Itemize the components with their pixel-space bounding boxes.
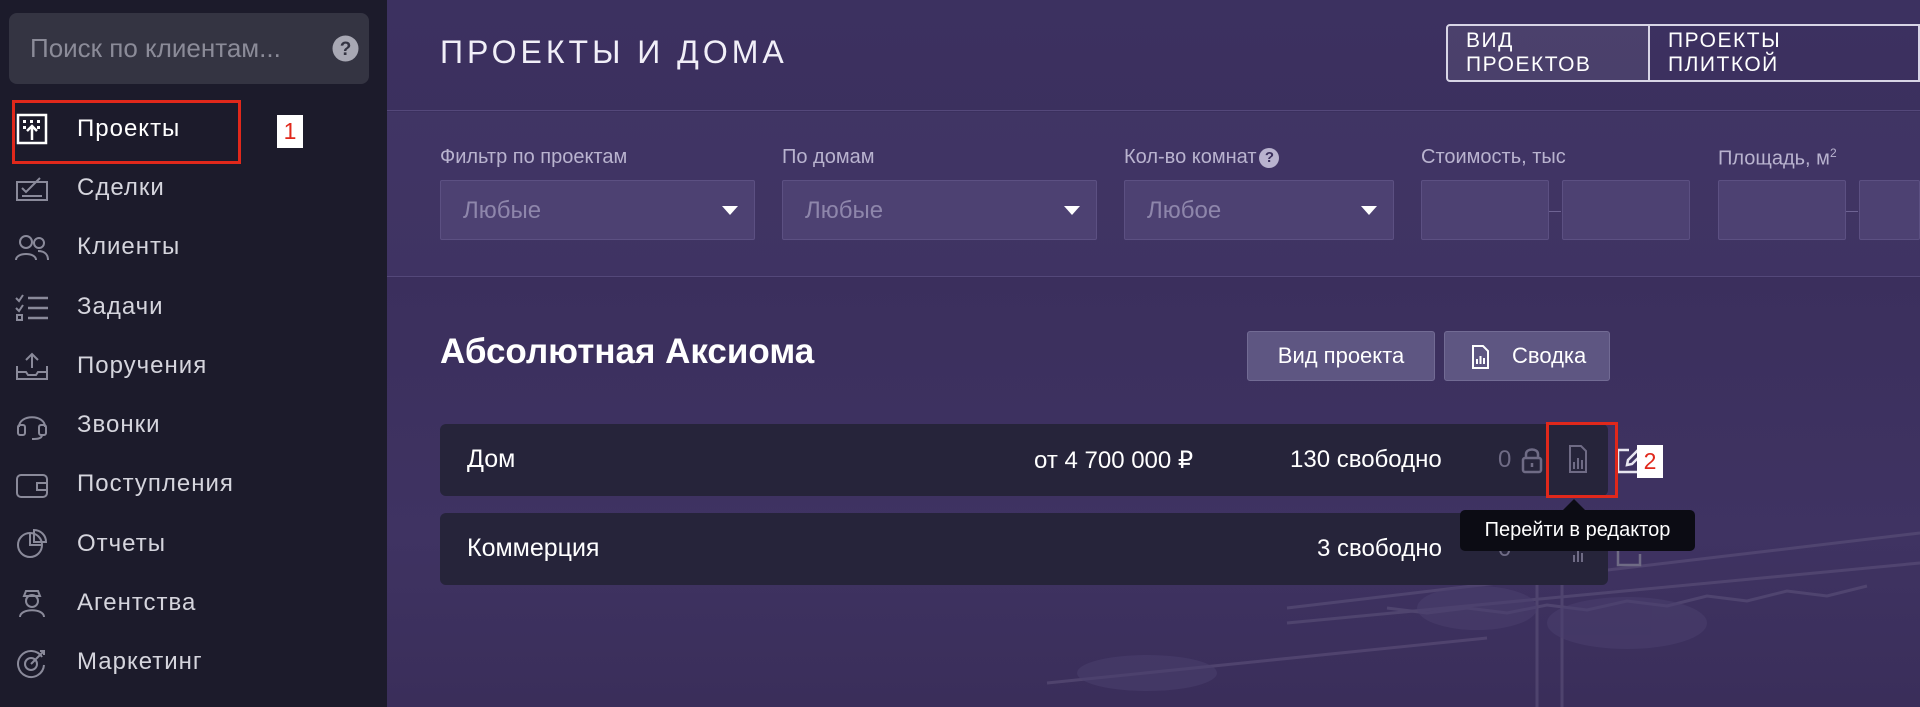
sidebar: ? Проекты Сделки xyxy=(0,0,387,707)
houses-filter-label: По домам xyxy=(782,146,875,168)
svg-text:?: ? xyxy=(340,39,352,60)
sidebar-item-assignments[interactable]: Поручения xyxy=(0,336,387,395)
sidebar-item-payments[interactable]: Поступления xyxy=(0,455,387,514)
rooms-filter-label-text: Кол-во комнат xyxy=(1124,146,1257,168)
annotation-label-2: 2 xyxy=(1637,445,1663,478)
chevron-down-icon xyxy=(1064,206,1080,215)
range-dash xyxy=(1846,211,1858,212)
area-max-input[interactable] xyxy=(1859,180,1920,240)
houses-filter-select[interactable]: Любые xyxy=(782,180,1097,240)
client-search: ? xyxy=(9,13,369,84)
sidebar-item-label: Клиенты xyxy=(77,233,181,261)
rooms-filter-label: Кол-во комнат? xyxy=(1124,146,1280,169)
headset-icon xyxy=(17,416,47,441)
tasks-icon xyxy=(15,294,48,321)
houses-filter-value: Любые xyxy=(805,197,884,224)
rooms-filter-value: Любое xyxy=(1147,197,1222,224)
clients-icon xyxy=(15,234,49,260)
sidebar-item-label: Отчеты xyxy=(77,529,166,557)
sidebar-item-label: Задачи xyxy=(77,292,164,320)
deal-icon xyxy=(16,177,48,202)
sidebar-item-agencies[interactable]: Агентства xyxy=(0,573,387,632)
edit-tooltip: Перейти в редактор xyxy=(1460,510,1695,551)
view-toggle: ВИД ПРОЕКТОВ ПРОЕКТЫ ПЛИТКОЙ xyxy=(1446,24,1920,82)
projects-filter-label: Фильтр по проектам xyxy=(440,146,628,168)
annotation-highlight-edit xyxy=(1546,422,1618,498)
area-unit-superscript: 2 xyxy=(1829,146,1837,160)
tooltip-arrow xyxy=(1563,499,1585,510)
sidebar-item-calls[interactable]: Звонки xyxy=(0,395,387,454)
lock-icon[interactable] xyxy=(1520,446,1544,474)
house-price: от 4 700 000 ₽ xyxy=(1034,447,1194,474)
projects-filter-select[interactable]: Любые xyxy=(440,180,755,240)
sidebar-item-label: Агентства xyxy=(77,589,197,617)
projects-tiles-button[interactable]: ПРОЕКТЫ ПЛИТКОЙ xyxy=(1650,24,1920,82)
area-filter-label-text: Площадь, м xyxy=(1718,147,1830,170)
agent-icon xyxy=(19,590,45,618)
project-title: Абсолютная Аксиома xyxy=(440,332,815,371)
range-dash xyxy=(1549,211,1561,212)
sidebar-item-label: Поручения xyxy=(77,351,208,379)
assignments-icon xyxy=(16,352,48,381)
view-projects-button[interactable]: ВИД ПРОЕКТОВ xyxy=(1446,24,1651,82)
main-content: ПРОЕКТЫ И ДОМА ВИД ПРОЕКТОВ ПРОЕКТЫ ПЛИТ… xyxy=(387,0,1920,707)
commerce-name: Коммерция xyxy=(467,534,600,562)
sidebar-item-deals[interactable]: Сделки xyxy=(0,158,387,217)
target-icon xyxy=(17,649,45,678)
filters-panel: Фильтр по проектам Любые По домам Любые … xyxy=(387,112,1920,277)
sidebar-item-label: Маркетинг xyxy=(77,648,203,676)
sidebar-nav: Проекты Сделки Клиенты Задачи Поручения … xyxy=(0,99,387,692)
help-icon[interactable]: ? xyxy=(1259,148,1280,168)
commerce-row[interactable]: Коммерция 3 свободно 0 xyxy=(440,513,1642,585)
house-free-count: 130 свободно xyxy=(1290,446,1442,473)
house-name: Дом xyxy=(467,445,516,473)
projects-filter-value: Любые xyxy=(463,197,542,224)
annotation-label-1: 1 xyxy=(277,115,303,148)
area-filter-label: Площадь, м2 xyxy=(1718,146,1837,171)
price-min-input[interactable] xyxy=(1421,180,1549,240)
document-chart-icon xyxy=(1472,345,1489,369)
sidebar-item-clients[interactable]: Клиенты xyxy=(0,218,387,277)
sidebar-item-label: Сделки xyxy=(77,173,165,201)
annotation-highlight-projects xyxy=(12,100,241,164)
pie-chart-icon xyxy=(17,529,48,559)
sidebar-item-reports[interactable]: Отчеты xyxy=(0,514,387,573)
page-title: ПРОЕКТЫ И ДОМА xyxy=(440,34,788,70)
house-row[interactable]: Дом от 4 700 000 ₽ 130 свободно 0 xyxy=(440,424,1646,496)
chevron-down-icon xyxy=(1361,206,1377,215)
summary-button-label: Сводка xyxy=(1512,343,1587,368)
house-locked-count: 0 xyxy=(1498,446,1512,473)
commerce-free-count: 3 свободно xyxy=(1317,535,1443,562)
price-max-input[interactable] xyxy=(1562,180,1690,240)
sidebar-item-label: Поступления xyxy=(77,470,234,498)
main-header: ПРОЕКТЫ И ДОМА ВИД ПРОЕКТОВ ПРОЕКТЫ ПЛИТ… xyxy=(387,0,1920,111)
price-filter-label: Стоимость, тыс xyxy=(1421,146,1566,168)
project-view-button[interactable]: Вид проекта xyxy=(1247,331,1435,381)
client-search-input[interactable] xyxy=(30,13,320,84)
sidebar-item-label: Звонки xyxy=(77,411,161,439)
summary-button[interactable]: Сводка xyxy=(1444,331,1610,381)
help-icon[interactable]: ? xyxy=(332,35,359,62)
area-min-input[interactable] xyxy=(1718,180,1846,240)
chevron-down-icon xyxy=(722,206,738,215)
sidebar-item-tasks[interactable]: Задачи xyxy=(0,277,387,336)
sidebar-item-marketing[interactable]: Маркетинг xyxy=(0,633,387,692)
rooms-filter-select[interactable]: Любое xyxy=(1124,180,1394,240)
wallet-icon xyxy=(16,473,48,498)
